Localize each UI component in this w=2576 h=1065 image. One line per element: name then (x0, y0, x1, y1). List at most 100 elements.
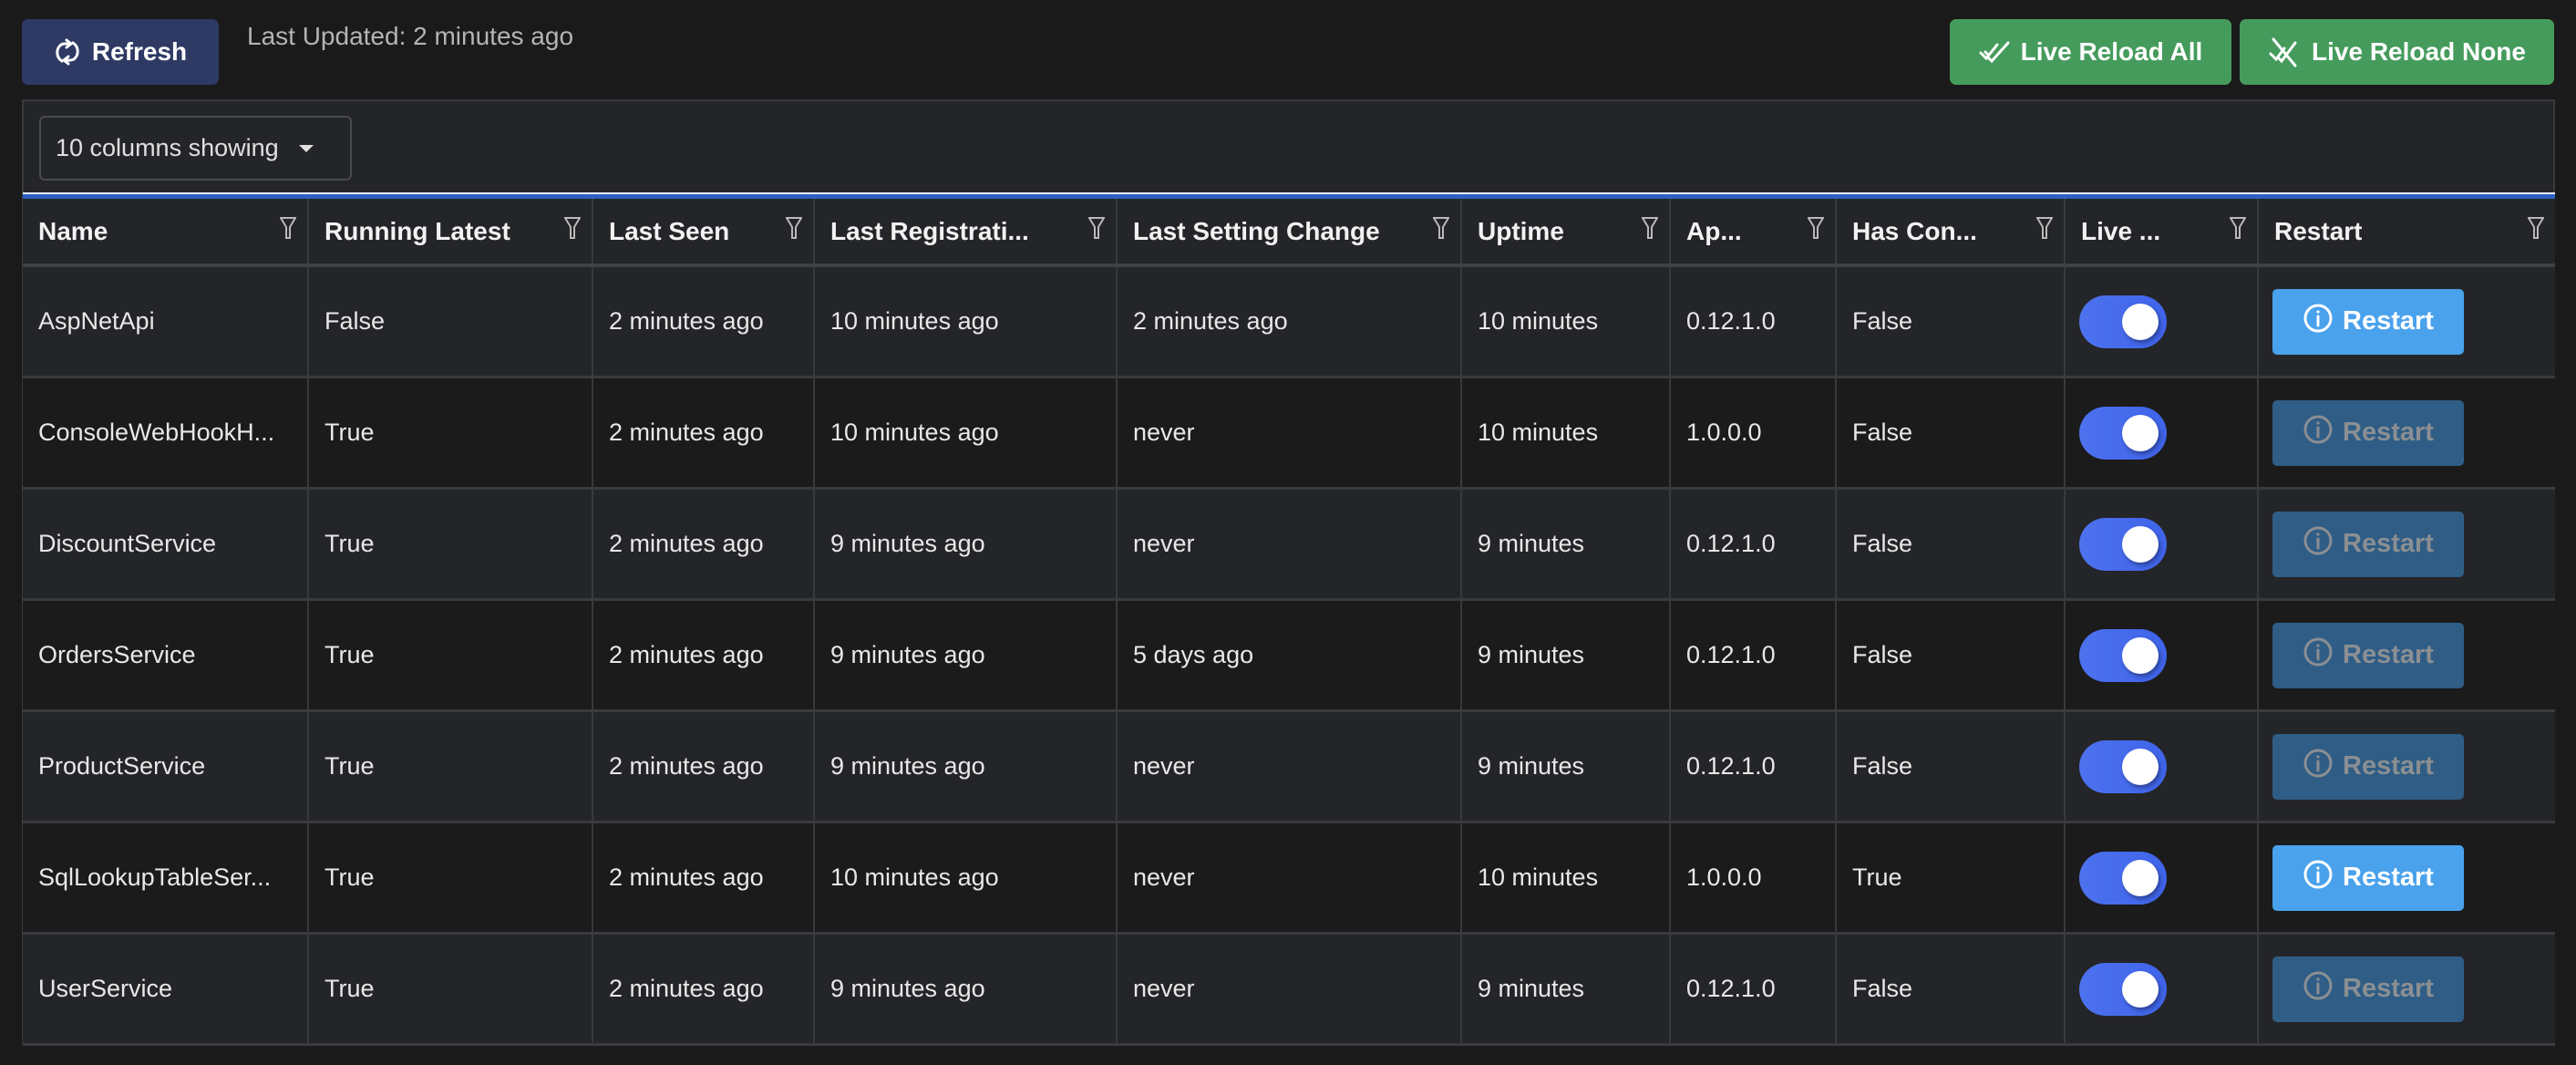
filter-icon[interactable] (1432, 216, 1450, 246)
column-header-uptime[interactable]: Uptime (1462, 199, 1671, 264)
cell-last-setting-change: 2 minutes ago (1118, 267, 1462, 376)
restart-button-label: Restart (2343, 974, 2434, 1003)
table-header-row: Name Running Latest Last Seen Last Registra… (23, 199, 2555, 267)
info-icon (2303, 303, 2334, 341)
column-header-name[interactable]: Name (23, 199, 309, 264)
filter-icon[interactable] (563, 216, 582, 246)
restart-button: Restart (2272, 511, 2464, 577)
services-table: Name Running Latest Last Seen Last Registra… (23, 194, 2555, 1046)
cell-uptime: 10 minutes (1462, 823, 1671, 932)
restart-button[interactable]: Restart (2272, 844, 2464, 911)
cell-uptime: 9 minutes (1462, 601, 1671, 709)
cell-last-seen: 2 minutes ago (593, 378, 815, 487)
cell-live-reload (2066, 712, 2259, 821)
cell-last-registration: 10 minutes ago (815, 378, 1118, 487)
table-row[interactable]: UserService True 2 minutes ago 9 minutes ag… (23, 935, 2555, 1046)
cell-last-seen: 2 minutes ago (593, 823, 815, 932)
live-reload-all-button[interactable]: Live Reload All (1950, 19, 2231, 85)
info-icon (2303, 748, 2334, 786)
info-icon (2303, 414, 2334, 452)
cell-uptime: 9 minutes (1462, 935, 1671, 1043)
cell-restart: Restart (2259, 601, 2555, 709)
table-row[interactable]: AspNetApi False 2 minutes ago 10 minutes ag… (23, 267, 2555, 378)
cell-last-seen: 2 minutes ago (593, 935, 815, 1043)
column-header-label: Name (38, 216, 108, 245)
restart-button: Restart (2272, 956, 2464, 1022)
toggle-knob (2122, 970, 2159, 1008)
cell-restart: Restart (2259, 490, 2555, 598)
cell-has-config: False (1837, 378, 2066, 487)
filter-icon[interactable] (2527, 216, 2545, 246)
toggle-knob (2122, 414, 2159, 451)
cell-last-seen: 2 minutes ago (593, 712, 815, 821)
cell-has-config: False (1837, 601, 2066, 709)
live-reload-toggle[interactable] (2079, 962, 2167, 1016)
cell-has-config: False (1837, 712, 2066, 821)
column-header-app-version[interactable]: Ap... (1671, 199, 1837, 264)
live-reload-toggle[interactable] (2079, 406, 2167, 460)
cell-restart: Restart (2259, 935, 2555, 1043)
live-reload-toggle[interactable] (2079, 739, 2167, 793)
refresh-button-label: Refresh (91, 37, 188, 66)
cell-live-reload (2066, 823, 2259, 932)
sync-icon (54, 36, 81, 67)
table-row[interactable]: SqlLookupTableSer... True 2 minutes ago 10 … (23, 823, 2555, 935)
restart-button: Restart (2272, 733, 2464, 800)
filter-icon[interactable] (1641, 216, 1659, 246)
filter-icon[interactable] (785, 216, 803, 246)
cell-running-latest: True (309, 490, 593, 598)
cell-app-version: 0.12.1.0 (1671, 601, 1837, 709)
last-updated-text: Last Updated: 2 minutes ago (247, 22, 574, 50)
cell-last-setting-change: never (1118, 378, 1462, 487)
restart-button-label: Restart (2343, 529, 2434, 558)
cell-app-version: 0.12.1.0 (1671, 935, 1837, 1043)
cell-has-config: True (1837, 823, 2066, 932)
live-reload-none-button[interactable]: Live Reload None (2240, 19, 2554, 85)
cell-name: ProductService (23, 712, 309, 821)
info-icon (2303, 859, 2334, 897)
filter-icon[interactable] (279, 216, 297, 246)
column-header-label: Uptime (1478, 216, 1564, 245)
caret-down-icon (298, 144, 314, 152)
cell-last-setting-change: never (1118, 823, 1462, 932)
live-reload-toggle[interactable] (2079, 628, 2167, 682)
table-row[interactable]: ConsoleWebHookH... True 2 minutes ago 10 mi… (23, 378, 2555, 490)
column-header-has-config[interactable]: Has Con... (1837, 199, 2066, 264)
filter-icon[interactable] (2229, 216, 2247, 246)
column-header-last-registration[interactable]: Last Registrati... (815, 199, 1118, 264)
double-check-slash-icon (2268, 36, 2301, 68)
cell-last-registration: 9 minutes ago (815, 601, 1118, 709)
filter-icon[interactable] (1807, 216, 1825, 246)
live-reload-toggle[interactable] (2079, 851, 2167, 905)
cell-name: ConsoleWebHookH... (23, 378, 309, 487)
table-row[interactable]: ProductService True 2 minutes ago 9 minutes… (23, 712, 2555, 823)
toggle-knob (2122, 303, 2159, 340)
column-header-running-latest[interactable]: Running Latest (309, 199, 593, 264)
live-reload-none-label: Live Reload None (2312, 37, 2526, 66)
table-row[interactable]: OrdersService True 2 minutes ago 9 minutes … (23, 601, 2555, 712)
column-header-live-reload[interactable]: Live ... (2066, 199, 2259, 264)
toggle-knob (2122, 859, 2159, 896)
refresh-button[interactable]: Refresh (22, 19, 219, 85)
live-reload-toggle[interactable] (2079, 517, 2167, 571)
column-header-last-seen[interactable]: Last Seen (593, 199, 815, 264)
cell-last-registration: 9 minutes ago (815, 935, 1118, 1043)
columns-showing-dropdown[interactable]: 10 columns showing (39, 116, 352, 181)
cell-last-seen: 2 minutes ago (593, 490, 815, 598)
toggle-knob (2122, 748, 2159, 785)
cell-app-version: 1.0.0.0 (1671, 823, 1837, 932)
column-header-label: Running Latest (325, 216, 510, 245)
table-row[interactable]: DiscountService True 2 minutes ago 9 minute… (23, 490, 2555, 601)
live-reload-toggle[interactable] (2079, 295, 2167, 348)
cell-has-config: False (1837, 267, 2066, 376)
restart-button[interactable]: Restart (2272, 288, 2464, 355)
column-header-restart[interactable]: Restart (2259, 199, 2555, 264)
filter-icon[interactable] (2035, 216, 2054, 246)
column-header-last-setting-change[interactable]: Last Setting Change (1118, 199, 1462, 264)
column-header-label: Restart (2274, 216, 2363, 245)
cell-running-latest: False (309, 267, 593, 376)
cell-uptime: 9 minutes (1462, 712, 1671, 821)
toggle-knob (2122, 525, 2159, 563)
cell-last-setting-change: 5 days ago (1118, 601, 1462, 709)
filter-icon[interactable] (1087, 216, 1106, 246)
